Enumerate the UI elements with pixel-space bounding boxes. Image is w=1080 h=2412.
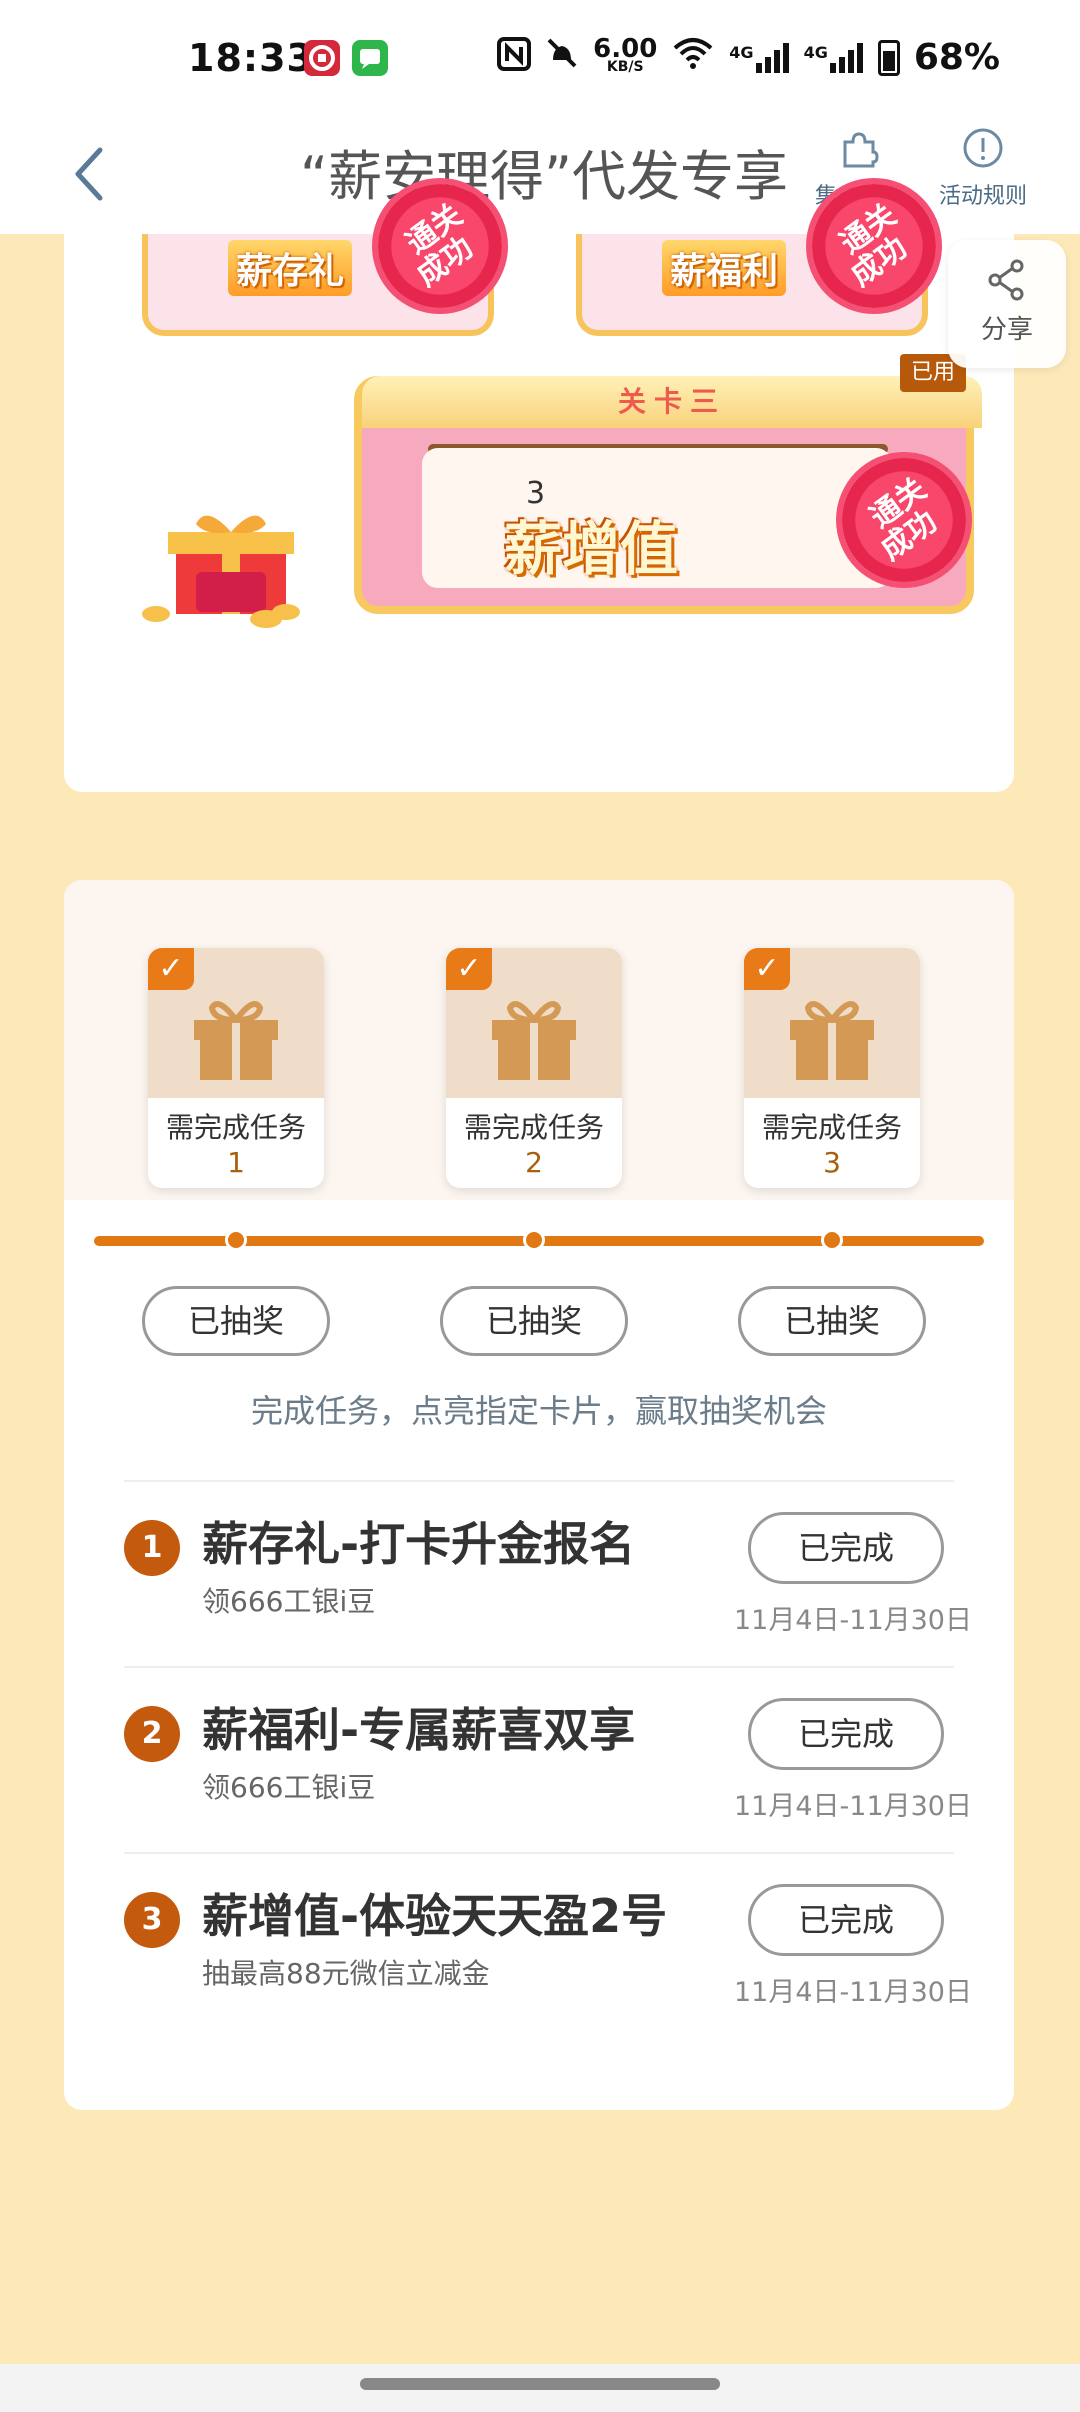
stage3-pass-badge: 通关 成功 [842, 458, 966, 582]
progress-dot-2 [523, 1229, 545, 1251]
stage1-label: 薪存礼 [228, 240, 353, 296]
status-bar: 18:33 6.00 KB/S 4G 4G 68% [0, 0, 1080, 110]
check-icon: ✓ [148, 948, 194, 990]
divider [124, 1480, 954, 1482]
chevron-left-icon [75, 147, 103, 201]
gift-card-num: 3 [823, 1146, 841, 1179]
status-time: 18:33 [188, 36, 314, 80]
gift-card-num: 2 [525, 1146, 543, 1179]
task-date: 11月4日-11月30日 [734, 1605, 972, 1636]
stage2-label: 薪福利 [662, 240, 787, 296]
task-subtitle: 领666工银i豆 [202, 1585, 376, 1618]
task-done-button[interactable]: 已完成 [748, 1698, 944, 1770]
progress-dot-1 [225, 1229, 247, 1251]
task-subtitle: 领666工银i豆 [202, 1771, 376, 1804]
gift-card-text: 需完成任务 [463, 1111, 604, 1144]
gift-card-3: ✓ 需完成任务 3 [744, 948, 920, 1188]
signal-icon-1: 4G [729, 42, 789, 73]
task-number-badge: 1 [124, 1520, 180, 1576]
task-number-badge: 2 [124, 1706, 180, 1762]
gift-icon [492, 1001, 576, 1080]
navigation-gesture-area [0, 2364, 1080, 2412]
task-title: 薪增值-体验天天盈2号 [202, 1889, 668, 1943]
wifi-icon [671, 36, 715, 79]
share-button[interactable]: 分享 [948, 240, 1066, 368]
task-number-badge: 3 [124, 1892, 180, 1948]
task-hint: 完成任务，点亮指定卡片，赢取抽奖机会 [250, 1392, 827, 1430]
gift-box-illustration [142, 515, 300, 628]
back-button[interactable] [64, 138, 124, 208]
task-date: 11月4日-11月30日 [734, 1977, 972, 2008]
task-done-button[interactable]: 已完成 [748, 1884, 944, 1956]
message-app-icon [352, 40, 388, 76]
check-icon: ✓ [744, 948, 790, 990]
gift-card-1: ✓ 需完成任务 1 [148, 948, 324, 1188]
nfc-icon [497, 36, 532, 79]
stage3-name: 薪增值 [504, 515, 679, 583]
rules-label: 活动规则 [938, 184, 1027, 209]
task-title: 薪福利-专属薪喜双享 [202, 1703, 636, 1757]
stage2-card: 薪福利 通关 成功 [576, 184, 936, 336]
drawn-button-2[interactable]: 已抽奖 [440, 1286, 628, 1356]
stage2-pass-badge: 通关 成功 [812, 184, 936, 308]
signal-icon-2: 4G [804, 42, 864, 73]
task-date: 11月4日-11月30日 [734, 1791, 972, 1822]
battery-percent: 68% [913, 37, 1000, 78]
gift-card-num: 1 [227, 1146, 245, 1179]
gift-card-text: 需完成任务 [761, 1111, 902, 1144]
drawn-button-3[interactable]: 已抽奖 [738, 1286, 926, 1356]
gift-card-text: 需完成任务 [165, 1111, 306, 1144]
rules-button[interactable]: 活动规则 [928, 126, 1038, 210]
battery-icon [877, 39, 900, 76]
share-icon [948, 258, 1066, 309]
stage1-pass-badge: 通关 成功 [378, 184, 502, 308]
task-done-button[interactable]: 已完成 [748, 1512, 944, 1584]
mute-icon [545, 36, 579, 79]
share-label: 分享 [980, 315, 1033, 345]
progress-dot-3 [821, 1229, 843, 1251]
bank-app-icon [304, 40, 340, 76]
net-speed: 6.00 KB/S [593, 33, 658, 75]
gift-icon [790, 1001, 874, 1080]
stage-card: 薪存礼 通关 成功 薪福利 通关 成功 关卡三 通关 成功 已用 3 薪增值 [64, 184, 1014, 792]
divider [124, 1852, 954, 1854]
check-icon: ✓ [446, 948, 492, 990]
stage1-card: 薪存礼 通关 成功 [142, 184, 502, 336]
drawn-button-1[interactable]: 已抽奖 [142, 1286, 330, 1356]
gift-card-2: ✓ 需完成任务 2 [446, 948, 622, 1188]
task-card: ✓ 需完成任务 1 ✓ 需完成任务 2 ✓ 需完成任务 3 已抽奖 已抽奖 已抽… [64, 880, 1014, 2110]
home-gesture-bar[interactable] [360, 2378, 720, 2390]
task-subtitle: 抽最高88元微信立减金 [202, 1957, 490, 1990]
info-icon [961, 126, 1005, 170]
page-title: “薪安理得”代发专享 [300, 145, 788, 208]
status-right: 6.00 KB/S 4G 4G 68% [497, 36, 1000, 79]
gift-icon [194, 1001, 278, 1080]
task-title: 薪存礼-打卡升金报名 [202, 1517, 636, 1571]
divider [124, 1666, 954, 1668]
stage3-header: 关卡三 [362, 376, 982, 428]
puzzle-icon [837, 126, 881, 170]
